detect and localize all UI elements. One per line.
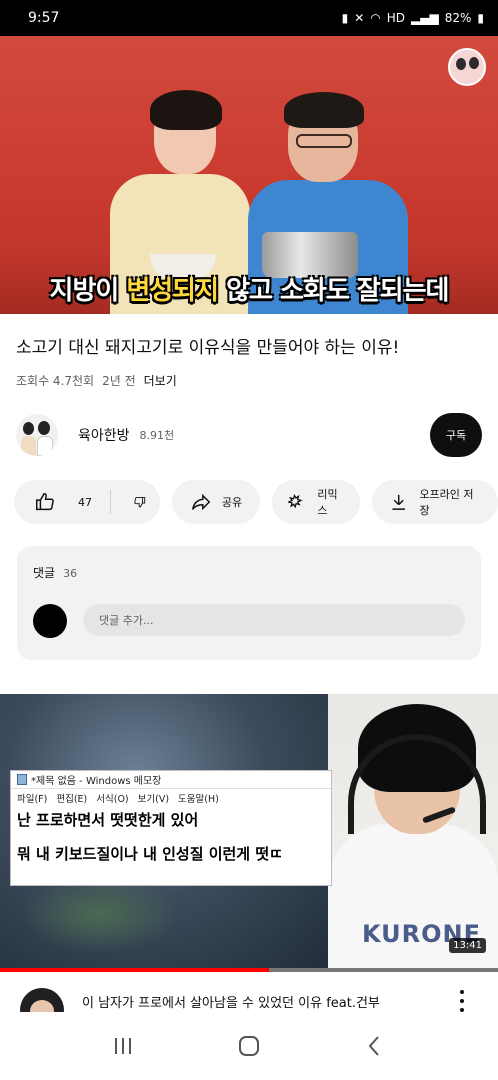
status-icons: ▮ ✕ ◠ HD ▂▄▆ 82% ▮ [342,11,484,25]
battery-icon: ▮ [477,11,484,25]
channel-row: 육아한방 8.91천 구독 [16,410,482,460]
action-bar: 47 공유 리믹스 오프라인 저장 [14,480,498,524]
recent-apps-icon [115,1038,131,1054]
home-button[interactable] [229,1026,269,1066]
download-label: 오프라인 저장 [419,488,474,517]
view-count: 조회수 4.7천회 [16,374,95,388]
video-meta[interactable]: 조회수 4.7천회 2년 전 더보기 [16,372,177,389]
next-video-info: 이 남자가 프로에서 살아남을 수 있었던 이유 feat.건부 [0,972,498,1032]
like-count: 47 [78,495,92,509]
notepad-menu-file: 파일(F) [17,794,48,805]
notepad-titlebar: *제목 없음 - Windows 메모장 [11,771,331,789]
video-player[interactable]: 지방이 변성되지 않고 소화도 잘되는데 [0,36,498,314]
comments-panel[interactable]: 댓글 36 댓글 추가... [17,546,481,660]
user-avatar [33,604,67,638]
notification-icon: ▮ [341,11,349,25]
more-options-icon[interactable] [456,990,468,1012]
status-time: 9:57 [28,10,60,26]
video-info-panel: 소고기 대신 돼지고기로 이유식을 만들어야 하는 이유! 조회수 4.7천회 … [0,314,498,694]
remix-button[interactable]: 리믹스 [272,480,360,524]
back-icon [368,1036,379,1056]
channel-watermark-icon[interactable] [448,48,486,86]
channel-avatar[interactable] [16,414,58,456]
comment-input[interactable]: 댓글 추가... [83,604,465,636]
notepad-menu: 파일(F) 편집(E) 서식(O) 보기(V) 도움말(H) [11,789,331,807]
share-icon [191,493,211,511]
network-type: HD [386,11,406,25]
download-icon [392,494,405,510]
status-bar: 9:57 ▮ ✕ ◠ HD ▂▄▆ 82% ▮ [0,0,498,36]
system-nav-bar [0,1012,498,1080]
next-video-title[interactable]: 이 남자가 프로에서 살아남을 수 있었던 이유 feat.건부 [82,992,432,1011]
comments-heading: 댓글 [33,566,56,580]
like-dislike-group: 47 [14,480,160,524]
like-divider [110,490,111,514]
home-icon [239,1036,259,1056]
notepad-menu-format: 서식(O) [96,794,129,805]
channel-name[interactable]: 육아한방 [78,425,130,445]
remix-icon [288,493,303,509]
notepad-window: *제목 없음 - Windows 메모장 파일(F) 편집(E) 서식(O) 보… [10,770,332,886]
back-button[interactable] [355,1026,395,1066]
signal-icon: ▂▄▆ [411,11,439,25]
notepad-title: *제목 없음 - Windows 메모장 [31,776,162,787]
battery-text: 82% [444,11,472,25]
duration-badge: 13:41 [449,938,486,953]
mute-icon: ✕ [354,11,365,25]
comments-count: 36 [63,567,78,580]
video-subtitle: 지방이 변성되지 않고 소화도 잘되는데 [49,276,450,306]
notepad-menu-help: 도움말(H) [178,794,219,805]
like-button[interactable]: 47 [34,491,92,513]
thumbs-down-icon[interactable] [133,491,146,513]
notepad-line-1: 난 프로하면서 떳떳한게 있어 [17,811,199,829]
more-link[interactable]: 더보기 [144,372,177,389]
remix-label: 리믹스 [317,488,338,517]
notepad-menu-edit: 편집(E) [56,794,88,805]
subscribe-button[interactable]: 구독 [430,413,482,457]
upload-age: 2년 전 [102,374,136,388]
share-button[interactable]: 공유 [172,480,260,524]
download-button[interactable]: 오프라인 저장 [372,480,498,524]
thumbs-up-icon [36,493,54,511]
notepad-icon [17,774,27,785]
notepad-line-2: 뭐 내 키보드질이나 내 인성질 이런게 떳ㄸ [17,845,283,863]
next-video-thumbnail[interactable]: KURONE *제목 없음 - Windows 메모장 파일(F) 편집(E) … [0,694,498,972]
streamer-cam: KURONE [328,694,498,972]
recent-apps-button[interactable] [103,1026,143,1066]
share-label: 공유 [221,496,243,509]
subscriber-count: 8.91천 [139,429,175,442]
comments-header: 댓글 36 [33,564,77,581]
notepad-menu-view: 보기(V) [137,794,170,805]
notepad-text: 난 프로하면서 떳떳한게 있어 뭐 내 키보드질이나 내 인성질 이런게 떳ㄸ [11,807,331,867]
wifi-icon: ◠ [370,11,381,25]
video-title[interactable]: 소고기 대신 돼지고기로 이유식을 만들어야 하는 이유! [16,336,476,360]
